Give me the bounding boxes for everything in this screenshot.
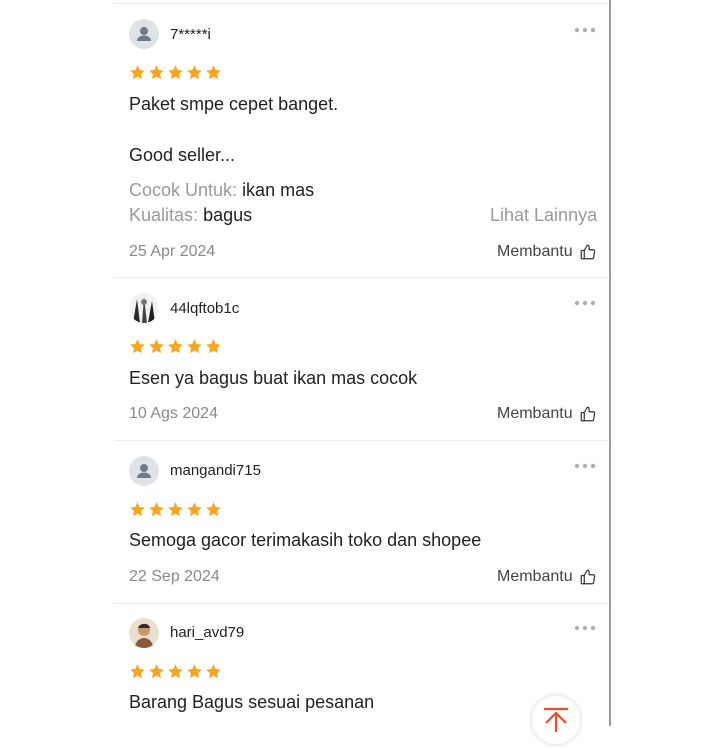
star-icon xyxy=(148,64,165,81)
helpful-label: Membantu xyxy=(497,405,573,422)
scroll-to-top-button[interactable] xyxy=(532,696,580,744)
star-icon xyxy=(167,338,184,355)
star-icon xyxy=(167,501,184,518)
attribute-label: Kualitas: xyxy=(129,205,199,225)
review-attribute: Kualitas: bagus xyxy=(129,204,252,226)
reviewer-username: hari_avd79 xyxy=(170,624,245,641)
star-icon xyxy=(129,64,146,81)
reviewer-username: 44lqftob1c xyxy=(170,300,240,317)
avatar[interactable] xyxy=(129,456,159,486)
star-icon xyxy=(129,338,146,355)
attribute-label: Cocok Untuk: xyxy=(129,180,238,200)
helpful-button[interactable]: Membantu xyxy=(497,404,597,424)
review-item: 44lqftob1c Esen ya bagus buat ikan mas c… xyxy=(114,278,610,441)
star-icon xyxy=(205,501,222,518)
panel-border xyxy=(609,0,611,726)
review-text-line: Barang Bagus sesuai pesanan xyxy=(129,692,375,712)
more-dots-icon[interactable] xyxy=(574,463,596,469)
review-date: 22 Sep 2024 xyxy=(129,568,220,585)
star-rating xyxy=(129,338,222,356)
avatar-image xyxy=(129,618,159,648)
more-dots-icon[interactable] xyxy=(574,300,596,306)
star-icon xyxy=(129,501,146,518)
review-text-line: Good seller... xyxy=(129,145,236,165)
star-icon xyxy=(205,64,222,81)
review-attribute: Cocok Untuk: ikan mas xyxy=(129,179,314,201)
reviewer-username: mangandi715 xyxy=(170,462,261,479)
review-item: 7*****i Paket smpe cepet banget. Good se… xyxy=(114,4,610,278)
review-text-line: Semoga gacor terimakasih toko dan shopee xyxy=(129,530,482,550)
star-icon xyxy=(148,663,165,680)
star-icon xyxy=(186,663,203,680)
star-icon xyxy=(148,501,165,518)
attribute-value: bagus xyxy=(203,205,253,225)
avatar[interactable] xyxy=(129,618,159,648)
person-icon xyxy=(129,19,159,49)
star-icon xyxy=(167,64,184,81)
avatar-image xyxy=(129,293,159,323)
review-text-line: Paket smpe cepet banget. xyxy=(129,94,339,114)
star-rating xyxy=(129,64,222,82)
more-dots-icon[interactable] xyxy=(574,625,596,631)
helpful-button[interactable]: Membantu xyxy=(497,242,597,262)
more-dots-icon[interactable] xyxy=(574,27,596,33)
star-icon xyxy=(186,338,203,355)
person-icon xyxy=(129,456,159,486)
review-text-line: Esen ya bagus buat ikan mas cocok xyxy=(129,368,418,388)
star-icon xyxy=(148,338,165,355)
star-icon xyxy=(167,663,184,680)
helpful-button[interactable]: Membantu xyxy=(497,567,597,587)
see-more-link[interactable]: Lihat Lainnya xyxy=(490,204,597,226)
star-rating xyxy=(129,663,222,681)
star-rating xyxy=(129,501,222,519)
avatar[interactable] xyxy=(129,19,159,49)
star-icon xyxy=(186,501,203,518)
star-icon xyxy=(129,663,146,680)
star-icon xyxy=(205,663,222,680)
attribute-value: ikan mas xyxy=(242,180,315,200)
scroll-to-top-icon xyxy=(544,707,568,732)
star-icon xyxy=(186,64,203,81)
reviewer-username: 7*****i xyxy=(170,26,211,43)
avatar[interactable] xyxy=(129,293,159,323)
review-date: 10 Ags 2024 xyxy=(129,405,218,422)
thumbs-up-icon xyxy=(579,243,597,261)
star-icon xyxy=(205,338,222,355)
review-item: mangandi715 Semoga gacor terimakasih tok… xyxy=(114,441,610,604)
thumbs-up-icon xyxy=(579,405,597,423)
thumbs-up-icon xyxy=(579,568,597,586)
helpful-label: Membantu xyxy=(497,568,573,585)
review-date: 25 Apr 2024 xyxy=(129,243,216,260)
helpful-label: Membantu xyxy=(497,243,573,260)
